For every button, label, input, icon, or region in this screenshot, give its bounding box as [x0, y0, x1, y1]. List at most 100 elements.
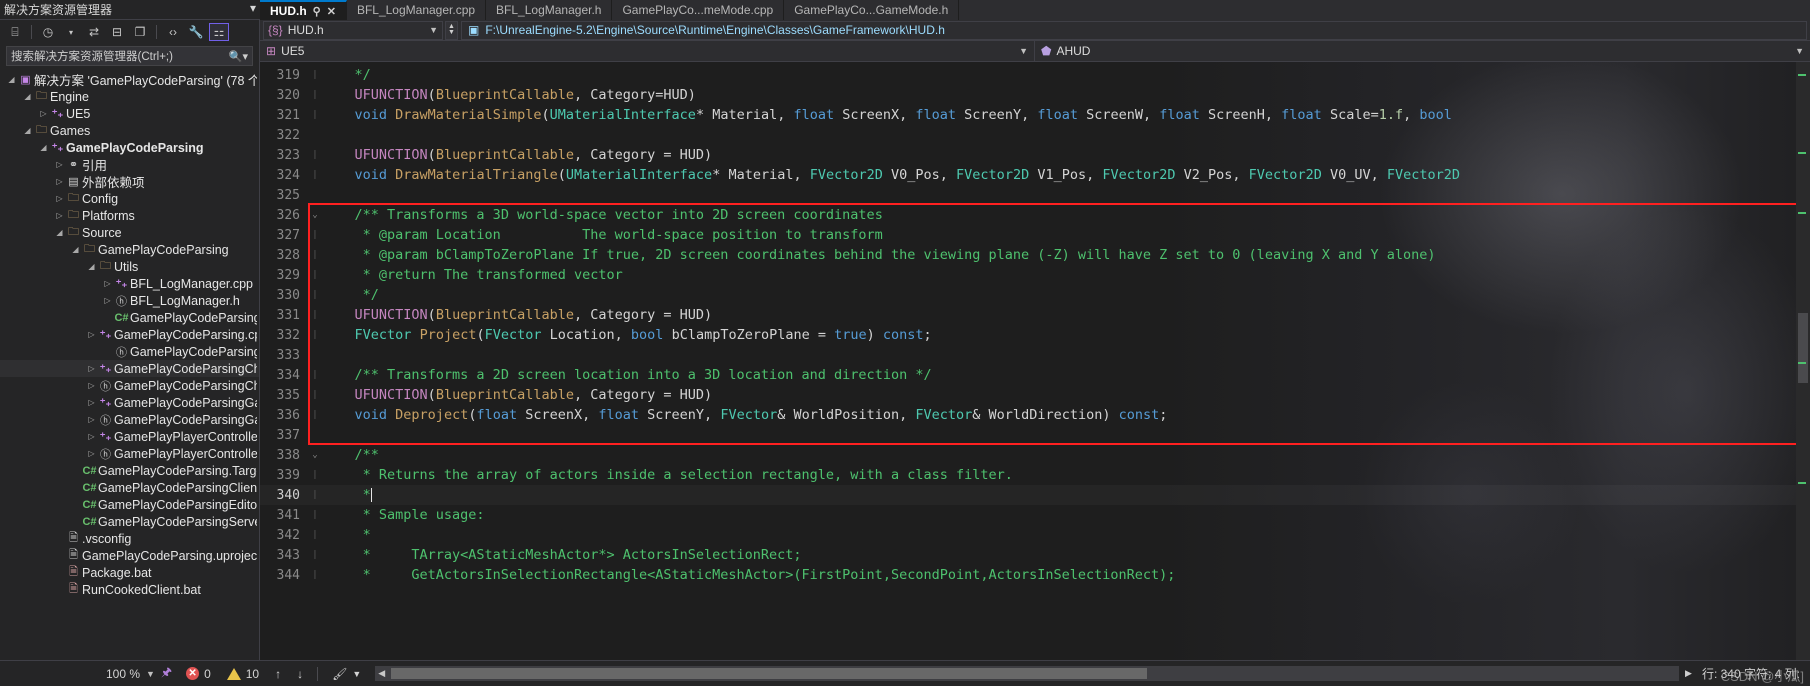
tree-item[interactable]: ▷ ⁺₊ GamePlayCodeParsingCha — [0, 360, 259, 377]
tree-item[interactable]: 🗎 GamePlayCodeParsing.uproject — [0, 547, 259, 564]
code-line[interactable]: 322 — [260, 125, 1810, 145]
solution-explorer-toolbar[interactable]: ⌸ ◷ ▾ ⇄ ⊟ ❐ ‹› 🔧 ⚏ — [0, 20, 259, 44]
code-line[interactable]: 333 — [260, 345, 1810, 365]
tree-item[interactable]: ◢ ⁺₊ GamePlayCodeParsing — [0, 139, 259, 156]
tree-item[interactable]: ◢ 🗀 Engine — [0, 88, 259, 105]
tree-item[interactable]: ⓗ GamePlayCodeParsing.h — [0, 343, 259, 360]
code-line[interactable]: 336 | void Deproject(float ScreenX, float… — [260, 405, 1810, 425]
sync-icon[interactable]: ⇄ — [84, 23, 104, 41]
tree-item[interactable]: C# GamePlayCodeParsingClient. — [0, 479, 259, 496]
tree-item[interactable]: ▷ ⓗ GamePlayCodeParsingGar — [0, 411, 259, 428]
tree-item[interactable]: 🗎 RunCookedClient.bat — [0, 581, 259, 598]
chevron-down-icon[interactable]: ◢ — [22, 126, 33, 135]
code-line[interactable]: 331 | UFUNCTION(BlueprintCallable, Catego… — [260, 305, 1810, 325]
tree-item[interactable]: ◢ 🗀 Games — [0, 122, 259, 139]
code-line[interactable]: 327 | * @param Location The world-space p… — [260, 225, 1810, 245]
code-line[interactable]: 332 | FVector Project(FVector Location, b… — [260, 325, 1810, 345]
tree-item[interactable]: ◢ 🗀 Source — [0, 224, 259, 241]
tree-item[interactable]: ▷ 🗀 Config — [0, 190, 259, 207]
warning-count[interactable]: 10 — [219, 667, 267, 681]
document-tab-bar[interactable]: HUD.h ⚲ ✕ BFL_LogManager.cpp BFL_LogManager.… — [260, 0, 1810, 20]
chevron-down-icon[interactable]: ◢ — [54, 228, 65, 237]
tree-item[interactable]: ▷ ▤ 外部依赖项 — [0, 173, 259, 190]
tree-item[interactable]: ◢ 🗀 Utils — [0, 258, 259, 275]
code-line[interactable]: 335 | UFUNCTION(BlueprintCallable, Catego… — [260, 385, 1810, 405]
chevron-right-icon[interactable]: ▷ — [54, 194, 65, 203]
code-line[interactable]: 342 | * — [260, 525, 1810, 545]
chevron-right-icon[interactable]: ▷ — [102, 296, 113, 305]
code-line[interactable]: 321 | void DrawMaterialSimple(UMaterialIn… — [260, 105, 1810, 125]
chevron-down-icon[interactable]: ▾ — [250, 1, 256, 15]
pin-icon[interactable]: ⚲ — [313, 5, 321, 18]
horizontal-scrollbar[interactable]: ◀ — [375, 666, 1680, 681]
chevron-down-icon[interactable]: ▼ — [352, 669, 361, 679]
code-view-icon[interactable]: ‹› — [163, 23, 183, 41]
close-icon[interactable]: ✕ — [327, 5, 336, 18]
file-path-bar[interactable]: ▣ F:\UnrealEngine-5.2\Engine\Source\Runt… — [461, 20, 1807, 40]
search-icon[interactable]: 🔍▾ — [229, 50, 248, 63]
chevron-right-icon[interactable]: ▷ — [54, 177, 65, 186]
properties-wrench-icon[interactable]: 🔧 — [186, 23, 206, 41]
tree-item[interactable]: 🗎 Package.bat — [0, 564, 259, 581]
brush-icon[interactable]: 🖌 — [332, 667, 347, 681]
fold-toggle-icon[interactable]: ⌄ — [308, 450, 322, 460]
code-line[interactable]: 319 | */ — [260, 65, 1810, 85]
document-tab[interactable]: GamePlayCo...meMode.cpp — [612, 0, 785, 20]
search-input[interactable]: 搜索解决方案资源管理器(Ctrl+;) 🔍▾ — [6, 46, 253, 66]
chevron-right-icon[interactable]: ▷ — [86, 330, 97, 339]
nav-stepper[interactable]: ▲ ▼ — [445, 20, 458, 40]
code-line[interactable]: 326 ⌄ /** Transforms a 3D world-space vec… — [260, 205, 1810, 225]
code-line[interactable]: 337 — [260, 425, 1810, 445]
code-line[interactable]: 329 | * @return The transformed vector — [260, 265, 1810, 285]
chevron-down-icon[interactable]: ▼ — [1795, 46, 1804, 56]
chevron-right-icon[interactable]: ▷ — [54, 211, 65, 220]
code-line[interactable]: 323 | UFUNCTION(BlueprintCallable, Catego… — [260, 145, 1810, 165]
code-lines[interactable]: 319 | */ 320 | UFUNCTION(BlueprintCallable,… — [260, 62, 1810, 660]
chevron-down-icon[interactable]: ▾ — [61, 23, 81, 41]
chevron-right-icon[interactable]: ▷ — [54, 160, 65, 169]
show-all-files-icon[interactable]: ⚏ — [209, 23, 229, 41]
tree-item[interactable]: 🗎 .vsconfig — [0, 530, 259, 547]
file-selector-dropdown[interactable]: {§} HUD.h ▼ — [263, 20, 443, 40]
chevron-right-icon[interactable]: ▷ — [38, 109, 49, 118]
fold-toggle-icon[interactable]: ⌄ — [308, 210, 322, 220]
code-line[interactable]: 340 | * — [260, 485, 1810, 505]
code-line[interactable]: 324 | void DrawMaterialTriangle(UMaterial… — [260, 165, 1810, 185]
code-line[interactable]: 343 | * TArray<AStaticMeshActor*> ActorsI… — [260, 545, 1810, 565]
chevron-right-icon[interactable]: ▷ — [86, 449, 97, 458]
chevron-down-icon[interactable]: ◢ — [70, 245, 81, 254]
chevron-down-icon[interactable]: ◢ — [6, 75, 17, 84]
document-tab[interactable]: HUD.h ⚲ ✕ — [260, 0, 347, 20]
error-count[interactable]: ✕ 0 — [178, 667, 219, 681]
chevron-right-icon[interactable]: ▷ — [102, 279, 113, 288]
solution-tree[interactable]: ◢ ▣ 解决方案 'GamePlayCodeParsing' (78 个项 ◢ 🗀 Eng… — [0, 69, 259, 660]
code-editor[interactable]: 319 | */ 320 | UFUNCTION(BlueprintCallable,… — [260, 62, 1810, 660]
collapse-all-icon[interactable]: ⊟ — [107, 23, 127, 41]
tree-item[interactable]: ▷ ⓗ GamePlayPlayerController — [0, 445, 259, 462]
code-line[interactable]: 338 ⌄ /** — [260, 445, 1810, 465]
code-line[interactable]: 328 | * @param bClampToZeroPlane If true,… — [260, 245, 1810, 265]
tree-item[interactable]: ▷ 🗀 Platforms — [0, 207, 259, 224]
hscroll-thumb[interactable] — [391, 668, 1148, 679]
arrow-down-icon[interactable]: ↓ — [297, 667, 303, 681]
zoom-selector[interactable]: 100 % ▼ 🖈 — [100, 663, 178, 684]
tree-item[interactable]: ◢ ▣ 解决方案 'GamePlayCodeParsing' (78 个项 — [0, 71, 259, 88]
chevron-down-icon[interactable]: ▼ — [429, 25, 438, 35]
chevron-right-icon[interactable]: ▷ — [86, 415, 97, 424]
code-line[interactable]: 339 | * Returns the array of actors insid… — [260, 465, 1810, 485]
code-line[interactable]: 320 | UFUNCTION(BlueprintCallable, Catego… — [260, 85, 1810, 105]
tree-item[interactable]: C#GamePlayCodeParsing.Bu — [0, 309, 259, 326]
code-line[interactable]: 341 | * Sample usage: — [260, 505, 1810, 525]
scroll-right-arrow-icon[interactable]: ▶ — [1685, 668, 1692, 679]
code-line[interactable]: 344 | * GetActorsInSelectionRectangle<ASt… — [260, 565, 1810, 585]
vertical-scrollbar[interactable] — [1796, 62, 1810, 660]
code-line[interactable]: 330 | */ — [260, 285, 1810, 305]
code-line[interactable]: 325 — [260, 185, 1810, 205]
chevron-down-icon[interactable]: ▼ — [1019, 46, 1028, 56]
document-tab[interactable]: GamePlayCo...GameMode.h — [784, 0, 960, 20]
tree-item[interactable]: ▷ ⁺₊ BFL_LogManager.cpp — [0, 275, 259, 292]
next-issue-button[interactable]: ↓ — [289, 667, 311, 681]
tree-item[interactable]: ◢ 🗀 GamePlayCodeParsing — [0, 241, 259, 258]
panel-controls[interactable]: ▾ — [250, 1, 256, 15]
pointer-icon[interactable]: 🖈 — [161, 663, 172, 684]
